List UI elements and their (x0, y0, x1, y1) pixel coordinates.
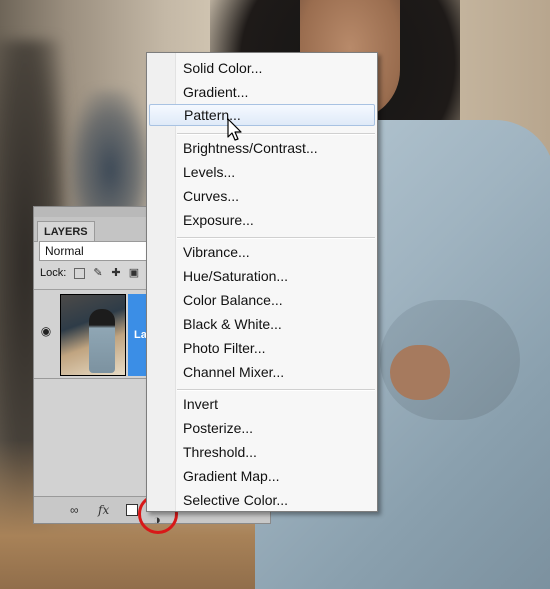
lock-image-pixels-icon[interactable]: ✎ (92, 267, 104, 279)
tab-layers[interactable]: LAYERS (37, 221, 95, 242)
menu-separator (177, 389, 375, 391)
menu-item-gradient[interactable]: Gradient... (149, 81, 375, 103)
layer-name[interactable]: La (134, 329, 147, 341)
mouse-pointer-icon (227, 118, 242, 141)
menu-item-levels[interactable]: Levels... (149, 161, 375, 183)
menu-item-exposure[interactable]: Exposure... (149, 209, 375, 231)
fx-icon[interactable]: fx (98, 503, 109, 517)
visibility-eye-icon[interactable]: ◉ (38, 324, 54, 338)
add-mask-icon[interactable] (126, 504, 138, 516)
thumbnail-person (89, 309, 115, 373)
menu-item-solid-color[interactable]: Solid Color... (149, 57, 375, 79)
menu-item-selective-color[interactable]: Selective Color... (149, 489, 375, 511)
menu-item-threshold[interactable]: Threshold... (149, 441, 375, 463)
menu-item-gradient-map[interactable]: Gradient Map... (149, 465, 375, 487)
lock-position-icon[interactable]: ✚ (110, 267, 122, 279)
menu-item-pattern[interactable]: Pattern... (149, 104, 375, 126)
menu-item-posterize[interactable]: Posterize... (149, 417, 375, 439)
menu-separator (177, 133, 375, 135)
lock-transparent-pixels-icon[interactable] (74, 268, 85, 279)
menu-item-photo-filter[interactable]: Photo Filter... (149, 337, 375, 359)
menu-separator (177, 237, 375, 239)
lock-all-icon[interactable]: ▣ (128, 267, 140, 279)
menu-item-hue-saturation[interactable]: Hue/Saturation... (149, 265, 375, 287)
menu-item-color-balance[interactable]: Color Balance... (149, 289, 375, 311)
menu-item-channel-mixer[interactable]: Channel Mixer... (149, 361, 375, 383)
menu-item-brightness-contrast[interactable]: Brightness/Contrast... (149, 137, 375, 159)
menu-item-invert[interactable]: Invert (149, 393, 375, 415)
link-layers-icon[interactable]: ∞ (70, 503, 79, 517)
lock-label: Lock: (40, 267, 67, 279)
adjustment-layer-menu: Solid Color... Gradient... Pattern... Br… (146, 52, 378, 512)
menu-item-black-white[interactable]: Black & White... (149, 313, 375, 335)
menu-item-vibrance[interactable]: Vibrance... (149, 241, 375, 263)
menu-item-curves[interactable]: Curves... (149, 185, 375, 207)
woman-hand (390, 345, 450, 400)
layer-thumbnail (60, 294, 126, 376)
